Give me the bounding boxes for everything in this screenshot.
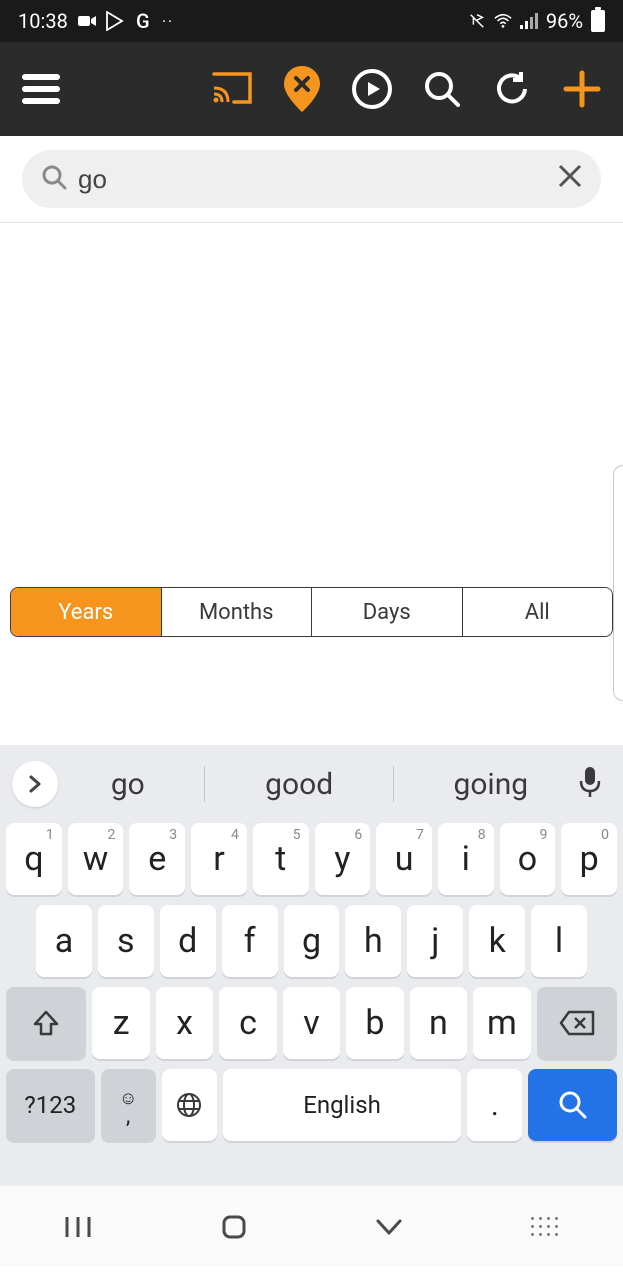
key-a[interactable]: a [36,905,92,977]
play-circle-icon[interactable] [351,68,393,110]
key-t[interactable]: t5 [253,823,309,895]
key-search-action[interactable] [528,1069,617,1141]
key-w[interactable]: w2 [68,823,124,895]
key-h[interactable]: h [345,905,401,977]
key-z[interactable]: z [92,987,149,1059]
search-bar-container [0,136,623,223]
key-shift[interactable] [6,987,86,1059]
clear-search-icon[interactable] [557,162,583,197]
signal-icon [520,12,538,30]
android-nav-bar [0,1185,623,1267]
key-period[interactable]: . [467,1069,522,1141]
content-area: Years Months Days All [0,223,623,745]
key-language[interactable] [162,1069,217,1141]
location-pin-icon[interactable] [281,68,323,110]
camera-indicator-icon [78,12,96,30]
key-c[interactable]: c [219,987,276,1059]
keyboard-row-4: ?123 ☺ , English . [0,1069,623,1141]
key-i[interactable]: i8 [438,823,494,895]
cast-icon[interactable] [211,68,253,110]
key-p[interactable]: p0 [561,823,617,895]
key-symbols[interactable]: ?123 [6,1069,95,1141]
key-s[interactable]: s [98,905,154,977]
key-n[interactable]: n [410,987,467,1059]
key-e[interactable]: e3 [129,823,185,895]
suggestion-bar: go good going [0,745,623,823]
key-b[interactable]: b [346,987,403,1059]
search-magnifier-icon [40,163,68,195]
key-emoji-comma[interactable]: ☺ , [101,1069,156,1141]
vibrate-icon [468,12,486,30]
nav-home-icon[interactable] [214,1207,254,1247]
refresh-icon[interactable] [491,68,533,110]
expand-suggestions-icon[interactable] [12,761,58,807]
suggestion-word-3[interactable]: going [435,767,546,802]
nav-keyboard-switch-icon[interactable] [525,1207,565,1247]
segment-days[interactable]: Days [312,588,463,636]
key-y[interactable]: y6 [315,823,371,895]
key-u[interactable]: u7 [376,823,432,895]
key-g[interactable]: g [284,905,340,977]
key-j[interactable]: j [407,905,463,977]
mic-icon[interactable] [577,765,611,803]
key-x[interactable]: x [156,987,213,1059]
keyboard-row-1: q1 w2 e3 r4 t5 y6 u7 i8 o9 p0 [0,823,623,895]
nav-recents-icon[interactable] [58,1207,98,1247]
suggestion-word-1[interactable]: go [93,767,163,802]
key-v[interactable]: v [283,987,340,1059]
key-r[interactable]: r4 [191,823,247,895]
key-q[interactable]: q1 [6,823,62,895]
keyboard-row-3: z x c v b n m [0,987,623,1059]
key-l[interactable]: l [531,905,587,977]
key-d[interactable]: d [160,905,216,977]
key-m[interactable]: m [473,987,530,1059]
android-status-bar: 10:38 G ·· 96% [0,0,623,42]
more-dots-icon: ·· [162,12,174,31]
battery-icon [591,10,605,32]
wifi-icon [494,12,512,30]
edge-panel-handle[interactable] [613,465,623,701]
add-icon[interactable] [561,68,603,110]
hamburger-menu-icon[interactable] [20,68,62,110]
status-time: 10:38 [18,9,68,33]
time-filter-segmented-control: Years Months Days All [10,587,613,637]
nav-back-icon[interactable] [369,1207,409,1247]
key-f[interactable]: f [222,905,278,977]
segment-years[interactable]: Years [11,588,162,636]
app-toolbar [0,42,623,136]
keyboard-row-2: a s d f g h j k l [0,905,623,977]
suggestion-divider [204,766,205,802]
play-store-icon [106,12,124,30]
suggestion-divider [393,766,394,802]
segment-months[interactable]: Months [162,588,313,636]
google-icon: G [134,12,152,30]
key-space[interactable]: English [223,1069,462,1141]
battery-percent: 96% [546,9,583,33]
soft-keyboard: go good going q1 w2 e3 r4 t5 y6 u7 i8 o9… [0,745,623,1185]
search-field[interactable] [22,150,601,208]
key-o[interactable]: o9 [500,823,556,895]
key-backspace[interactable] [537,987,617,1059]
segment-all[interactable]: All [463,588,613,636]
search-icon[interactable] [421,68,463,110]
key-k[interactable]: k [469,905,525,977]
search-input[interactable] [68,164,557,195]
suggestion-word-2[interactable]: good [247,767,351,802]
